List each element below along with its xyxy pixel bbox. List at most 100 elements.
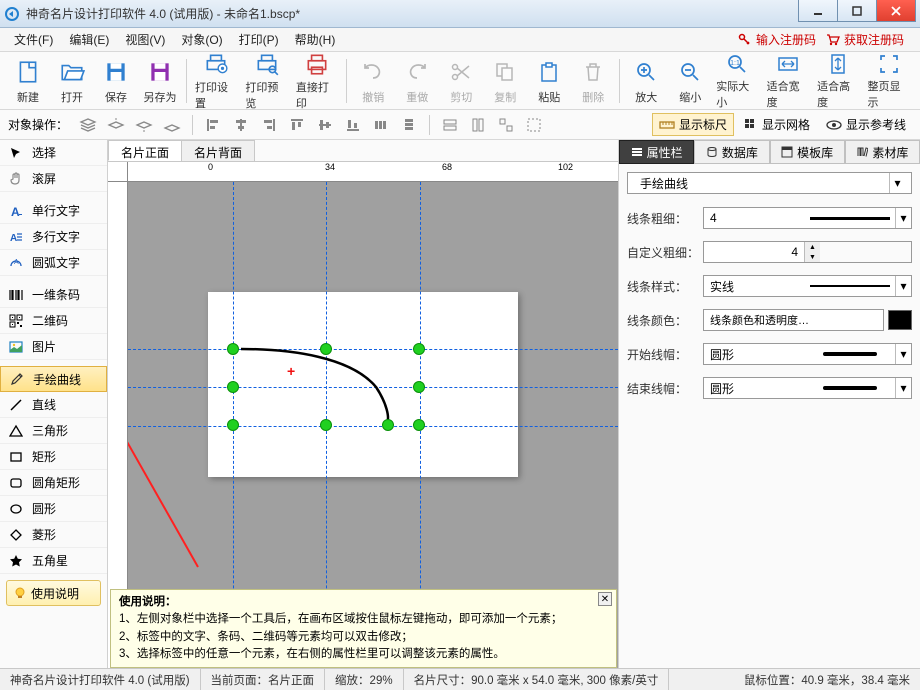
tab-back[interactable]: 名片背面 (181, 140, 255, 161)
properties-panel: 属性栏 数据库 模板库 素材库 手绘曲线 ▾ 线条粗细： 4 ▾ (618, 140, 920, 668)
tool-barcode[interactable]: 一维条码 (0, 282, 107, 308)
align-right-icon[interactable] (257, 114, 281, 136)
cut-button[interactable]: 剪切 (439, 54, 483, 108)
new-button[interactable]: 新建 (6, 54, 50, 108)
end-cap-combo[interactable]: 圆形 ▾ (703, 377, 912, 399)
zoom-out-button[interactable]: 缩小 (668, 54, 712, 108)
resize-handle[interactable] (320, 419, 332, 431)
menu-print[interactable]: 打印(P) (231, 28, 287, 51)
tool-freehand[interactable]: 手绘曲线 (0, 366, 107, 392)
close-button[interactable] (876, 0, 916, 22)
saveas-button[interactable]: 另存为 (138, 54, 182, 108)
align-top-icon[interactable] (285, 114, 309, 136)
layer-down-icon[interactable] (132, 114, 156, 136)
menu-object[interactable]: 对象(O) (173, 28, 230, 51)
color-swatch[interactable] (888, 310, 912, 330)
align-bottom-icon[interactable] (341, 114, 365, 136)
align-center-h-icon[interactable] (229, 114, 253, 136)
tab-front[interactable]: 名片正面 (108, 140, 182, 161)
same-height-icon[interactable] (466, 114, 490, 136)
paste-button[interactable]: 粘贴 (527, 54, 571, 108)
tab-templates[interactable]: 模板库 (770, 140, 845, 164)
line-style-combo[interactable]: 实线 ▾ (703, 275, 912, 297)
svg-text:1:1: 1:1 (731, 60, 741, 67)
show-ruler-toggle[interactable]: 显示标尺 (652, 113, 734, 136)
show-grid-toggle[interactable]: 显示网格 (738, 114, 816, 135)
tool-pan[interactable]: 滚屏 (0, 166, 107, 192)
tab-database[interactable]: 数据库 (694, 140, 769, 164)
minimize-button[interactable] (798, 0, 838, 22)
maximize-button[interactable] (837, 0, 877, 22)
layer-icon[interactable] (76, 114, 100, 136)
custom-width-input[interactable] (704, 242, 804, 262)
resize-handle[interactable] (413, 419, 425, 431)
resize-handle[interactable] (320, 343, 332, 355)
print-preview-button[interactable]: 打印预览 (241, 54, 291, 108)
custom-width-spinner[interactable]: ▲▼ (703, 241, 912, 263)
redo-button[interactable]: 重做 (395, 54, 439, 108)
tool-qrcode[interactable]: 二维码 (0, 308, 107, 334)
distribute-h-icon[interactable] (369, 114, 393, 136)
tool-diamond[interactable]: 菱形 (0, 522, 107, 548)
spin-down[interactable]: ▼ (805, 252, 820, 262)
hint-close-button[interactable]: ✕ (598, 592, 612, 606)
menu-view[interactable]: 视图(V) (117, 28, 173, 51)
status-zoom: 缩放：29% (325, 669, 404, 690)
layer-up-icon[interactable] (104, 114, 128, 136)
pencil-icon (7, 370, 27, 388)
line-width-combo[interactable]: 4 ▾ (703, 207, 912, 229)
tool-select[interactable]: 选择 (0, 140, 107, 166)
tool-triangle[interactable]: 三角形 (0, 418, 107, 444)
undo-button[interactable]: 撤销 (351, 54, 395, 108)
tool-circle[interactable]: 圆形 (0, 496, 107, 522)
object-type-select[interactable]: 手绘曲线 ▾ (627, 172, 912, 194)
actual-size-button[interactable]: 1:1实际大小 (712, 54, 762, 108)
redo-icon (405, 57, 429, 87)
fit-height-button[interactable]: 适合高度 (813, 54, 863, 108)
same-width-icon[interactable] (438, 114, 462, 136)
tool-image[interactable]: 图片 (0, 334, 107, 360)
print-direct-button[interactable]: 直接打印 (292, 54, 342, 108)
copy-button[interactable]: 复制 (483, 54, 527, 108)
tab-assets[interactable]: 素材库 (845, 140, 920, 164)
distribute-v-icon[interactable] (397, 114, 421, 136)
help-button[interactable]: 使用说明 (6, 580, 101, 606)
status-app: 神奇名片设计打印软件 4.0 (试用版) (0, 669, 201, 690)
fit-width-button[interactable]: 适合宽度 (763, 54, 813, 108)
get-code-link[interactable]: 获取注册码 (826, 31, 904, 48)
print-settings-button[interactable]: 打印设置 (191, 54, 241, 108)
resize-handle[interactable] (227, 343, 239, 355)
menu-help[interactable]: 帮助(H) (287, 28, 344, 51)
delete-button[interactable]: 删除 (571, 54, 615, 108)
menu-file[interactable]: 文件(F) (6, 28, 61, 51)
line-color-button[interactable]: 线条颜色和透明度… (703, 309, 884, 331)
resize-handle[interactable] (382, 419, 394, 431)
selected-object[interactable]: + (231, 347, 421, 427)
show-guides-toggle[interactable]: 显示参考线 (820, 114, 912, 135)
start-cap-combo[interactable]: 圆形 ▾ (703, 343, 912, 365)
tool-rect[interactable]: 矩形 (0, 444, 107, 470)
fit-page-button[interactable]: 整页显示 (864, 54, 914, 108)
group-icon[interactable] (522, 114, 546, 136)
resize-handle[interactable] (227, 381, 239, 393)
tool-text-arc[interactable]: A圆弧文字 (0, 250, 107, 276)
zoom-in-button[interactable]: 放大 (624, 54, 668, 108)
tool-star[interactable]: 五角星 (0, 548, 107, 574)
tool-text-multi[interactable]: A多行文字 (0, 224, 107, 250)
menu-edit[interactable]: 编辑(E) (61, 28, 117, 51)
tool-text-single[interactable]: A单行文字 (0, 198, 107, 224)
open-button[interactable]: 打开 (50, 54, 94, 108)
spin-up[interactable]: ▲ (805, 242, 820, 252)
align-left-icon[interactable] (201, 114, 225, 136)
tool-roundrect[interactable]: 圆角矩形 (0, 470, 107, 496)
save-button[interactable]: 保存 (94, 54, 138, 108)
tool-line[interactable]: 直线 (0, 392, 107, 418)
align-center-v-icon[interactable] (313, 114, 337, 136)
enter-code-link[interactable]: 输入注册码 (738, 31, 816, 48)
same-size-icon[interactable] (494, 114, 518, 136)
layer-bottom-icon[interactable] (160, 114, 184, 136)
tab-properties[interactable]: 属性栏 (619, 140, 694, 164)
resize-handle[interactable] (413, 381, 425, 393)
resize-handle[interactable] (413, 343, 425, 355)
resize-handle[interactable] (227, 419, 239, 431)
